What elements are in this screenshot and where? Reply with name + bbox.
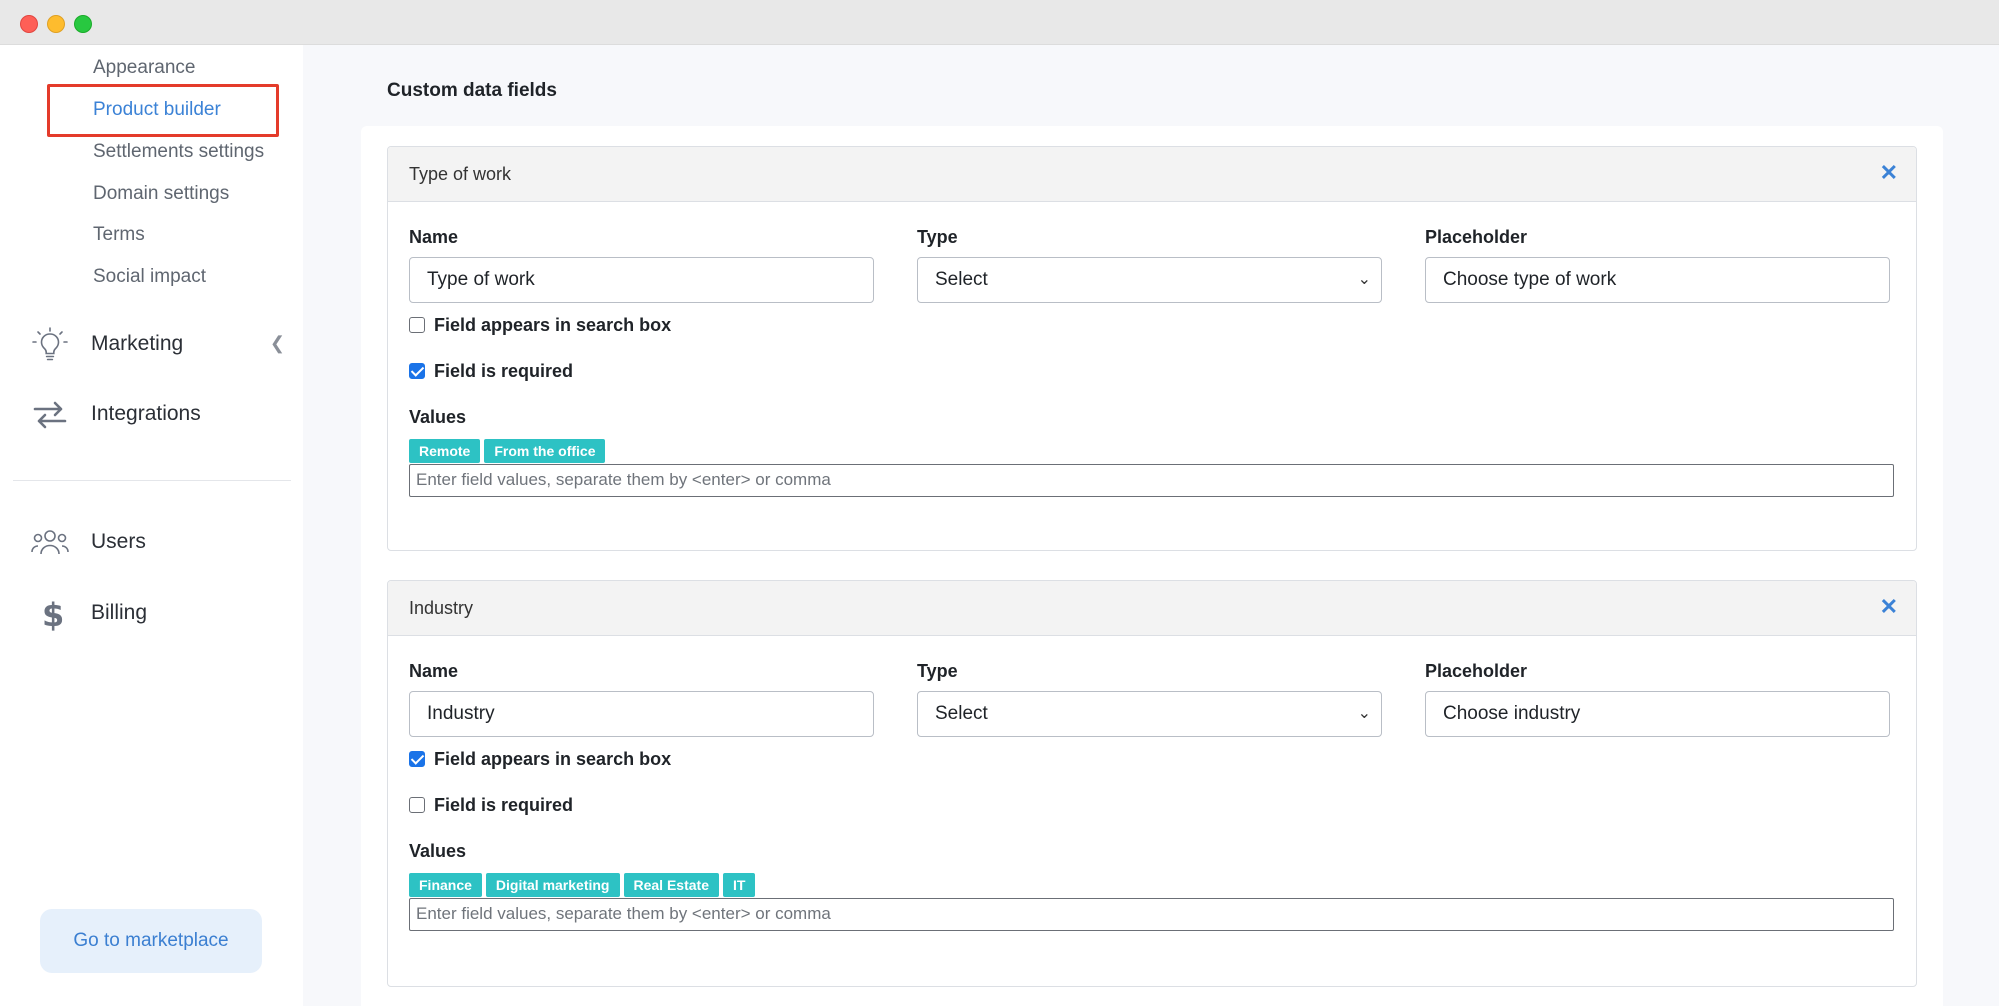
type-label: Type [917, 661, 958, 681]
values-tags: Remote From the office [409, 439, 609, 463]
placeholder-label: Placeholder [1425, 661, 1528, 681]
custom-fields-card: Type of work ✕ Name Type Placeholder Typ… [361, 126, 1943, 1006]
name-label: Name [409, 227, 459, 247]
values-label: Values [409, 407, 467, 427]
sidebar: Appearance Product builder Settlements s… [0, 45, 303, 1006]
sidebar-item-users[interactable]: Users [30, 523, 285, 563]
required-label: Field is required [434, 795, 574, 815]
chevron-down-icon: ⌄ [1357, 705, 1371, 722]
sidebar-divider [13, 480, 291, 481]
placeholder-input[interactable]: Choose type of work [1425, 257, 1890, 303]
search-box-label: Field appears in search box [434, 315, 672, 335]
sidebar-item-appearance[interactable]: Appearance [93, 57, 195, 79]
panel-title: Type of work [409, 164, 512, 184]
value-tag[interactable]: Remote [409, 439, 481, 463]
search-box-checkbox[interactable] [409, 751, 425, 767]
values-input[interactable]: Enter field values, separate them by <en… [409, 898, 1894, 931]
title-bar [0, 0, 1999, 45]
values-label: Values [409, 841, 467, 861]
search-box-label: Field appears in search box [434, 749, 672, 769]
values-tags: Finance Digital marketing Real Estate IT [409, 873, 759, 897]
value-tag[interactable]: From the office [484, 439, 606, 463]
sidebar-item-social-impact[interactable]: Social impact [93, 266, 206, 288]
sidebar-item-marketing[interactable]: Marketing ❮ [30, 325, 285, 365]
sidebar-item-terms[interactable]: Terms [93, 224, 145, 246]
type-select[interactable]: Select ⌄ [917, 257, 1382, 303]
placeholder-label: Placeholder [1425, 227, 1528, 247]
main-content: Custom data fields Type of work ✕ Name T… [303, 45, 1999, 1006]
dollar-icon: $ [30, 596, 70, 634]
name-label: Name [409, 661, 459, 681]
name-input[interactable]: Type of work [409, 257, 874, 303]
type-select-value: Select [935, 269, 988, 290]
sidebar-item-billing[interactable]: $ Billing [30, 594, 285, 634]
users-icon [30, 525, 70, 561]
type-label: Type [917, 227, 958, 247]
sidebar-item-product-builder[interactable]: Product builder [93, 99, 221, 121]
value-tag[interactable]: Digital marketing [485, 873, 620, 897]
sidebar-item-label: Users [91, 530, 146, 553]
sidebar-item-label: Marketing [91, 332, 184, 355]
values-input[interactable]: Enter field values, separate them by <en… [409, 464, 1894, 497]
panel-header: Type of work ✕ [388, 147, 1916, 202]
go-to-marketplace-button[interactable]: Go to marketplace [40, 909, 262, 973]
close-icon[interactable]: ✕ [1880, 160, 1898, 186]
sidebar-item-domain-settings[interactable]: Domain settings [93, 183, 229, 205]
chevron-down-icon: ⌄ [1357, 271, 1371, 288]
minimize-window-button[interactable] [47, 15, 65, 33]
sidebar-item-label: Billing [91, 601, 148, 624]
value-tag[interactable]: Real Estate [623, 873, 719, 897]
page-title: Custom data fields [387, 80, 557, 101]
chevron-left-icon[interactable]: ❮ [270, 333, 285, 354]
search-box-checkbox[interactable] [409, 317, 425, 333]
type-select-value: Select [935, 703, 988, 724]
value-tag[interactable]: Finance [409, 873, 482, 897]
required-checkbox[interactable] [409, 363, 425, 379]
field-panel-type-of-work: Type of work ✕ Name Type Placeholder Typ… [387, 146, 1917, 551]
sidebar-item-label: Integrations [91, 402, 201, 425]
app-window: Appearance Product builder Settlements s… [0, 0, 1999, 1006]
maximize-window-button[interactable] [74, 15, 92, 33]
transfer-arrows-icon [30, 397, 70, 433]
close-window-button[interactable] [20, 15, 38, 33]
type-select[interactable]: Select ⌄ [917, 691, 1382, 737]
panel-title: Industry [409, 598, 474, 618]
required-label: Field is required [434, 361, 574, 381]
placeholder-input[interactable]: Choose industry [1425, 691, 1890, 737]
close-icon[interactable]: ✕ [1880, 594, 1898, 620]
field-panel-industry: Industry ✕ Name Type Placeholder Industr… [387, 580, 1917, 987]
lightbulb-icon [30, 327, 70, 363]
name-input[interactable]: Industry [409, 691, 874, 737]
sidebar-item-settlements-settings[interactable]: Settlements settings [93, 141, 264, 163]
required-checkbox[interactable] [409, 797, 425, 813]
svg-text:$: $ [42, 596, 64, 632]
value-tag[interactable]: IT [722, 873, 756, 897]
sidebar-item-integrations[interactable]: Integrations [30, 395, 285, 435]
panel-header: Industry ✕ [388, 581, 1916, 636]
